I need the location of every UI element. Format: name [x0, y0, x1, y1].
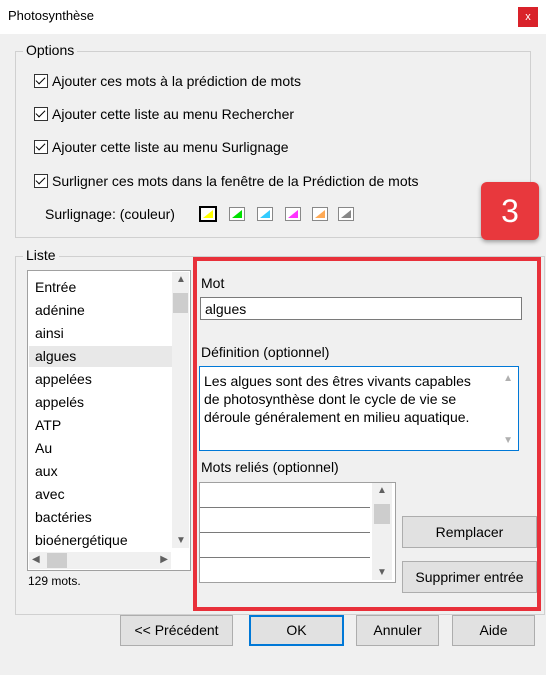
color-swatch-yellow[interactable]	[199, 206, 217, 222]
swatch-fill	[232, 210, 242, 218]
liste-legend: Liste	[23, 247, 59, 263]
highlight-color-label: Surlignage: (couleur)	[45, 206, 175, 222]
swatch-fill	[315, 210, 325, 218]
ok-button[interactable]: OK	[249, 615, 344, 646]
title-bar: Photosynthèse x	[0, 0, 546, 34]
listbox-horizontal-scrollbar[interactable]: ◀ ▶	[29, 552, 171, 569]
close-button[interactable]: x	[518, 7, 538, 27]
swatch-fill	[203, 210, 213, 218]
list-item[interactable]: appelés	[35, 392, 84, 413]
checkbox-label: Ajouter ces mots à la prédiction de mots	[52, 73, 302, 89]
swatch-fill	[288, 210, 298, 218]
highlight-annotation-frame	[193, 257, 541, 611]
checkbox-checked-icon	[34, 140, 48, 154]
cancel-button[interactable]: Annuler	[356, 615, 439, 646]
list-item[interactable]: adénine	[35, 300, 85, 321]
window-title: Photosynthèse	[8, 8, 95, 23]
checkbox-checked-icon	[34, 174, 48, 188]
word-count: 129 mots.	[28, 574, 81, 588]
options-legend: Options	[23, 42, 78, 58]
list-item[interactable]: avec	[35, 484, 65, 505]
list-item[interactable]: Entrée	[35, 277, 76, 298]
checkbox-label: Surligner ces mots dans la fenêtre de la…	[52, 173, 419, 189]
scroll-left-icon[interactable]: ◀	[32, 554, 40, 565]
color-swatch-orange[interactable]	[312, 207, 328, 221]
word-listbox[interactable]: Entrée adénine ainsi algues appelées app…	[27, 270, 191, 571]
checkbox-label: Ajouter cette liste au menu Rechercher	[52, 106, 295, 122]
list-item[interactable]: aux	[35, 461, 58, 482]
checkbox-highlight-words[interactable]: Surligner ces mots dans la fenêtre de la…	[34, 173, 419, 191]
scroll-up-icon[interactable]: ▲	[176, 274, 186, 285]
color-swatch-gray[interactable]	[338, 207, 354, 221]
previous-button[interactable]: << Précédent	[120, 615, 233, 646]
list-item[interactable]: bactéries	[35, 507, 92, 528]
checkbox-label: Ajouter cette liste au menu Surlignage	[52, 139, 289, 155]
checkbox-search-menu[interactable]: Ajouter cette liste au menu Rechercher	[34, 106, 294, 124]
color-swatch-magenta[interactable]	[285, 207, 301, 221]
scroll-down-icon[interactable]: ▼	[176, 535, 186, 546]
checkbox-word-prediction[interactable]: Ajouter ces mots à la prédiction de mots	[34, 73, 301, 91]
swatch-fill	[260, 210, 270, 218]
list-item[interactable]: appelées	[35, 369, 92, 390]
step-number-badge: 3	[481, 182, 539, 240]
scroll-right-icon[interactable]: ▶	[160, 554, 168, 565]
checkbox-highlight-menu[interactable]: Ajouter cette liste au menu Surlignage	[34, 139, 289, 157]
list-item[interactable]: Au	[35, 438, 52, 459]
swatch-fill	[341, 210, 351, 218]
list-item[interactable]: ATP	[35, 415, 61, 436]
checkbox-checked-icon	[34, 74, 48, 88]
scrollbar-thumb[interactable]	[47, 553, 67, 568]
list-item-selected[interactable]: algues	[29, 346, 173, 367]
listbox-vertical-scrollbar[interactable]: ▲ ▼	[172, 272, 189, 548]
checkbox-checked-icon	[34, 107, 48, 121]
list-item[interactable]: bioénergétique	[35, 530, 128, 551]
color-swatch-cyan[interactable]	[257, 207, 273, 221]
color-swatch-green[interactable]	[229, 207, 245, 221]
list-item[interactable]: ainsi	[35, 323, 64, 344]
scrollbar-thumb[interactable]	[173, 293, 188, 313]
help-button[interactable]: Aide	[452, 615, 535, 646]
